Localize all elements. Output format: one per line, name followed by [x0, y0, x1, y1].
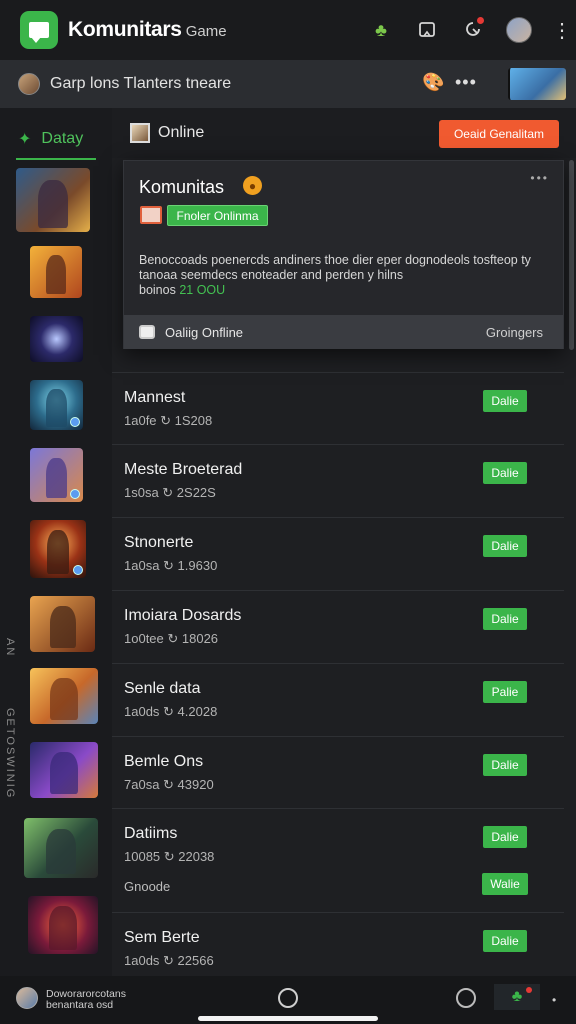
- game-thumbnail[interactable]: [30, 596, 95, 652]
- list-item[interactable]: Bemle Ons 7a0sa ↻ 43920 Dalie: [112, 736, 564, 808]
- notification-icon[interactable]: [460, 17, 486, 43]
- online-button[interactable]: Dalie: [483, 754, 527, 776]
- channel-thumbnail[interactable]: [508, 68, 566, 100]
- channel-bar: Garp lons Tlanters tneare 🎨 •••: [0, 60, 576, 108]
- popup-desc-line: tanoaa seemdecs enoteader and perden y h…: [139, 268, 404, 282]
- item-name: Datiims: [124, 825, 178, 842]
- chat-bubble-icon[interactable]: [456, 988, 476, 1008]
- popup-description: Benoccoads poenercds andiners thoe dier …: [139, 253, 549, 298]
- header-action-button[interactable]: Oeaid Genalitam: [439, 120, 559, 148]
- sidebar-tab-label: Datay: [41, 130, 84, 147]
- item-name: Meste Broeterad: [124, 461, 243, 478]
- emoji-icon[interactable]: 🎨: [422, 72, 444, 93]
- sidebar-vertical-text: AN: [4, 638, 16, 658]
- sidebar-vertical-text: GETOSWINIG: [4, 708, 16, 800]
- online-button[interactable]: Dalie: [483, 826, 527, 848]
- main-header-title: Online: [158, 124, 205, 141]
- coin-icon: ●: [243, 176, 262, 195]
- more-horizontal-icon[interactable]: •••: [455, 72, 477, 93]
- game-thumbnail[interactable]: [16, 168, 90, 232]
- game-thumbnail[interactable]: [24, 818, 98, 878]
- online-button[interactable]: Walie: [482, 873, 528, 895]
- online-button[interactable]: Dalie: [483, 390, 527, 412]
- list-item[interactable]: Stnonerte 1a0sa ↻ 1.9630 Dalie: [112, 517, 564, 589]
- popup-desc-prefix: boinos: [139, 283, 176, 297]
- app-title: Komunitars: [68, 18, 182, 41]
- top-app-bar: Komunitars Game ♣ ⋮: [0, 0, 576, 60]
- game-thumbnail[interactable]: [28, 896, 98, 954]
- more-horizontal-icon[interactable]: •••: [530, 171, 549, 185]
- popup-desc-highlight: 21 OOU: [179, 283, 226, 297]
- game-thumbnail[interactable]: [30, 246, 82, 298]
- item-meta: 1a0fe ↻ 1S208: [124, 413, 213, 428]
- item-name: Senle data: [124, 680, 201, 697]
- online-button[interactable]: Dalie: [483, 930, 527, 952]
- bottom-line-2: benantara osd: [46, 999, 114, 1011]
- bookmark-icon[interactable]: [414, 17, 440, 43]
- item-name: Bemle Ons: [124, 753, 204, 770]
- sidebar-tab-daily[interactable]: ✦ Datay: [16, 120, 96, 160]
- popup-footer-action[interactable]: Groingers: [486, 325, 543, 340]
- online-button[interactable]: Palie: [483, 681, 527, 703]
- game-thumbnail[interactable]: [30, 520, 86, 578]
- game-thumbnail[interactable]: [30, 380, 83, 430]
- chat-icon: [139, 325, 155, 339]
- popup-title: Komunitas: [139, 177, 225, 197]
- home-indicator[interactable]: [198, 1016, 378, 1021]
- sidebar: ✦ Datay AN GETOSWINIG: [0, 108, 112, 976]
- more-vertical-icon[interactable]: ⋮: [552, 18, 572, 43]
- app-subtitle: Game: [185, 23, 227, 40]
- sparkle-icon: ✦: [18, 131, 32, 148]
- game-thumbnail[interactable]: [30, 742, 98, 798]
- header-avatar: [130, 123, 150, 143]
- user-avatar[interactable]: [506, 17, 532, 43]
- channel-title: Garp lons Tlanters tneare: [50, 75, 232, 92]
- user-avatar[interactable]: [16, 987, 38, 1009]
- popup-desc-line: Benoccoads poenercds andiners thoe dier …: [139, 253, 531, 267]
- item-meta: 1a0ds ↻ 4.2028: [124, 704, 218, 719]
- list-item[interactable]: Mannest 1a0fe ↻ 1S208 Dalie: [112, 372, 564, 444]
- item-meta: 1a0ds ↻ 22566: [124, 953, 214, 968]
- online-button[interactable]: Dalie: [483, 535, 527, 557]
- scrollbar[interactable]: [569, 160, 574, 350]
- item-meta: 1s0sa ↻ 2S22S: [124, 485, 216, 500]
- list-item[interactable]: Senle data 1a0ds ↻ 4.2028 Palie: [112, 663, 564, 735]
- item-name: Imoiara Dosards: [124, 607, 242, 624]
- item-name: Stnonerte: [124, 534, 194, 551]
- notification-dot: [477, 17, 484, 24]
- item-name: Mannest: [124, 389, 186, 406]
- bottom-user-info: Doworarorcotans benantara osd: [46, 989, 126, 1011]
- item-meta: 10085 ↻ 22038: [124, 849, 215, 864]
- item-name: Sem Berte: [124, 929, 200, 946]
- list-item[interactable]: Imoiara Dosards 1o0tee ↻ 18026 Dalie: [112, 590, 564, 662]
- leaf-icon[interactable]: ♣: [494, 984, 540, 1010]
- leaf-icon[interactable]: ♣: [368, 17, 394, 43]
- home-icon[interactable]: [278, 988, 298, 1008]
- game-thumbnail[interactable]: [30, 448, 83, 502]
- popup-status-badge[interactable]: Fnoler Onlinma: [167, 205, 268, 226]
- channel-avatar[interactable]: [18, 73, 40, 95]
- item-meta: 7a0sa ↻ 43920: [124, 777, 214, 792]
- gift-icon: [140, 206, 162, 224]
- popup-footer-label: Oaliig Onfline: [165, 324, 244, 340]
- main-header: Online Oeaid Genalitam: [112, 108, 576, 158]
- app-logo-icon[interactable]: [20, 11, 58, 49]
- popup-footer[interactable]: Oaliig Onfline Groingers: [124, 315, 563, 349]
- item-extra-label: Gnoode: [124, 879, 171, 894]
- online-button[interactable]: Dalie: [483, 462, 527, 484]
- game-thumbnail[interactable]: [30, 668, 98, 724]
- online-button[interactable]: Dalie: [483, 608, 527, 630]
- community-popup: Komunitas ● ••• Fnoler Onlinma Benoccoad…: [123, 160, 564, 349]
- list-item[interactable]: Meste Broeterad 1s0sa ↻ 2S22S Dalie: [112, 444, 564, 516]
- popup-desc-line: boinos 21 OOU: [139, 283, 549, 298]
- list-item[interactable]: Sem Berte 1a0ds ↻ 22566 Dalie: [112, 912, 564, 976]
- list-item[interactable]: Datiims 10085 ↻ 22038 Dalie Gnoode Walie: [112, 808, 564, 912]
- dot-icon[interactable]: •: [552, 993, 556, 1007]
- game-thumbnail[interactable]: [30, 316, 83, 362]
- item-meta: 1a0sa ↻ 1.9630: [124, 558, 218, 573]
- item-meta: 1o0tee ↻ 18026: [124, 631, 219, 646]
